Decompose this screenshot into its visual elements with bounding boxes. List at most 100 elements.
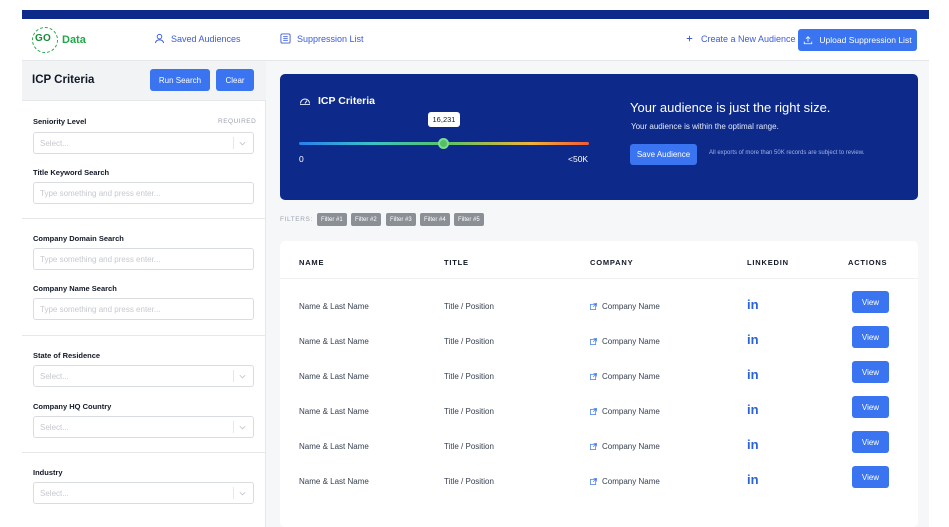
company-domain-input[interactable]: Type something and press enter... [33,248,254,270]
company-name-label: Company Name Search [33,284,117,293]
save-audience-button[interactable]: Save Audience [630,144,697,165]
hq-country-placeholder: Select... [40,423,69,432]
table-row: Name & Last Name Title / Position Compan… [280,430,918,465]
row-name: Name & Last Name [299,302,369,311]
view-button[interactable]: View [852,361,889,383]
filter-chip[interactable]: Filter #4 [420,213,450,226]
gauge-icon [300,98,310,105]
state-residence-placeholder: Select... [40,372,69,381]
column-header-actions: ACTIONS [848,258,888,267]
run-search-button[interactable]: Run Search [150,69,210,91]
linkedin-icon[interactable]: in [747,402,759,417]
hq-country-select[interactable]: Select... [33,416,254,438]
chevron-down-icon [239,425,246,430]
linkedin-icon[interactable]: in [747,437,759,452]
company-name-input[interactable]: Type something and press enter... [33,298,254,320]
hero-title-text: ICP Criteria [318,95,375,107]
company-domain-label: Company Domain Search [33,234,124,243]
results-table: NAME TITLE COMPANY LINKEDIN ACTIONS Name… [280,241,918,527]
external-link-icon [590,443,597,450]
upload-icon [804,36,813,45]
audience-headline: Your audience is just the right size. [630,100,831,115]
filter-chip[interactable]: Filter #2 [351,213,381,226]
company-domain-placeholder: Type something and press enter... [40,255,161,264]
title-keyword-label: Title Keyword Search [33,168,110,177]
title-keyword-placeholder: Type something and press enter... [40,189,161,198]
row-title: Title / Position [444,477,494,486]
list-icon [280,33,291,44]
linkedin-icon[interactable]: in [747,297,759,312]
row-company-link[interactable]: Company Name [590,302,660,311]
chevron-down-icon [239,374,246,379]
external-link-icon [590,478,597,485]
filter-chip[interactable]: Filter #1 [317,213,347,226]
slider-handle[interactable] [438,138,449,149]
column-header-linkedin[interactable]: LINKEDIN [747,258,789,267]
upload-suppression-button[interactable]: Upload Suppression List [798,29,917,51]
table-row: Name & Last Name Title / Position Compan… [280,395,918,430]
state-residence-select[interactable]: Select... [33,365,254,387]
row-company-link[interactable]: Company Name [590,372,660,381]
industry-select[interactable]: Select... [33,482,254,504]
table-row: Name & Last Name Title / Position Compan… [280,290,918,325]
row-company: Company Name [602,477,660,486]
view-button[interactable]: View [852,291,889,313]
filter-chip[interactable]: Filter #5 [454,213,484,226]
required-badge: REQUIRED [218,118,257,125]
title-keyword-input[interactable]: Type something and press enter... [33,182,254,204]
seniority-level-label: Seniority Level [33,117,87,126]
linkedin-icon[interactable]: in [747,472,759,487]
column-header-company[interactable]: COMPANY [590,258,633,267]
row-title: Title / Position [444,442,494,451]
audience-size-panel: ICP Criteria 16,231 0 <50K Your audience… [280,74,918,200]
row-company-link[interactable]: Company Name [590,442,660,451]
create-audience-link[interactable]: Create a New Audience [684,33,796,44]
nav-suppression-list[interactable]: Suppression List [280,33,364,44]
industry-label: Industry [33,468,63,477]
row-name: Name & Last Name [299,407,369,416]
row-company-link[interactable]: Company Name [590,477,660,486]
export-note: All exports of more than 50K records are… [709,150,865,156]
table-row: Name & Last Name Title / Position Compan… [280,360,918,395]
row-name: Name & Last Name [299,337,369,346]
external-link-icon [590,408,597,415]
select-separator [233,487,234,499]
nav-suppression-list-label: Suppression List [297,33,364,44]
linkedin-icon[interactable]: in [747,367,759,382]
create-audience-label: Create a New Audience [701,33,796,44]
seniority-level-select[interactable]: Select... [33,132,254,154]
sidebar-header: ICP Criteria Run Search Clear [22,61,266,101]
linkedin-icon[interactable]: in [747,332,759,347]
table-row: Name & Last Name Title / Position Compan… [280,465,918,500]
column-header-title[interactable]: TITLE [444,258,469,267]
logo-mark: GO [35,33,51,44]
clear-button[interactable]: Clear [216,69,254,91]
view-button[interactable]: View [852,466,889,488]
filter-chip[interactable]: Filter #3 [386,213,416,226]
row-company-link[interactable]: Company Name [590,407,660,416]
view-button[interactable]: View [852,326,889,348]
view-button[interactable]: View [852,396,889,418]
slider-value-tooltip: 16,231 [428,112,460,127]
column-header-name[interactable]: NAME [299,258,324,267]
row-name: Name & Last Name [299,372,369,381]
nav-saved-audiences[interactable]: Saved Audiences [154,33,241,44]
slider-max-label: <50K [568,154,589,164]
logo-text: Data [62,34,86,46]
select-separator [233,137,234,149]
nav-saved-audiences-label: Saved Audiences [171,33,241,44]
row-title: Title / Position [444,407,494,416]
sidebar: ICP Criteria Run Search Clear Seniority … [22,61,266,527]
logo[interactable]: GO Data [32,27,102,53]
row-company-link[interactable]: Company Name [590,337,660,346]
row-company: Company Name [602,442,660,451]
state-residence-label: State of Residence [33,351,101,360]
view-button[interactable]: View [852,431,889,453]
chevron-down-icon [239,491,246,496]
slider-min-label: 0 [299,154,304,164]
filters-label: FILTERS: [280,216,313,223]
chevron-down-icon [239,141,246,146]
section-divider [22,452,266,453]
company-name-placeholder: Type something and press enter... [40,305,161,314]
row-name: Name & Last Name [299,477,369,486]
